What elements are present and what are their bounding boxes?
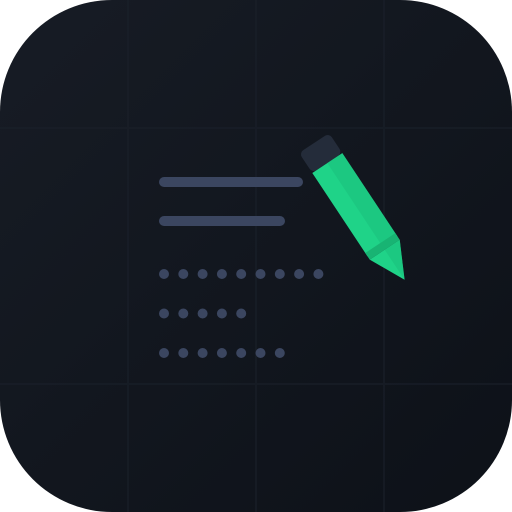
app-icon: [0, 0, 512, 512]
note-dot: [255, 269, 266, 279]
note-dot: [178, 348, 189, 358]
note-dot: [236, 308, 247, 319]
note-dot: [216, 308, 227, 319]
note-dot: [216, 269, 227, 279]
note-dot: [197, 269, 208, 279]
note-dot: [197, 348, 208, 358]
notes-app-icon-graphic: [0, 0, 512, 512]
note-dot: [216, 348, 227, 358]
note-dot: [159, 348, 169, 358]
note-dot: [178, 269, 189, 279]
note-dot: [274, 348, 285, 358]
note-dot: [159, 308, 169, 319]
note-dot: [294, 269, 305, 279]
note-dot: [274, 269, 285, 279]
note-dot: [197, 308, 208, 319]
note-dot: [236, 348, 247, 358]
note-dot: [178, 308, 189, 319]
note-dot: [255, 348, 266, 358]
note-dot: [313, 269, 324, 279]
note-dot: [159, 269, 169, 279]
note-dot: [236, 269, 247, 279]
